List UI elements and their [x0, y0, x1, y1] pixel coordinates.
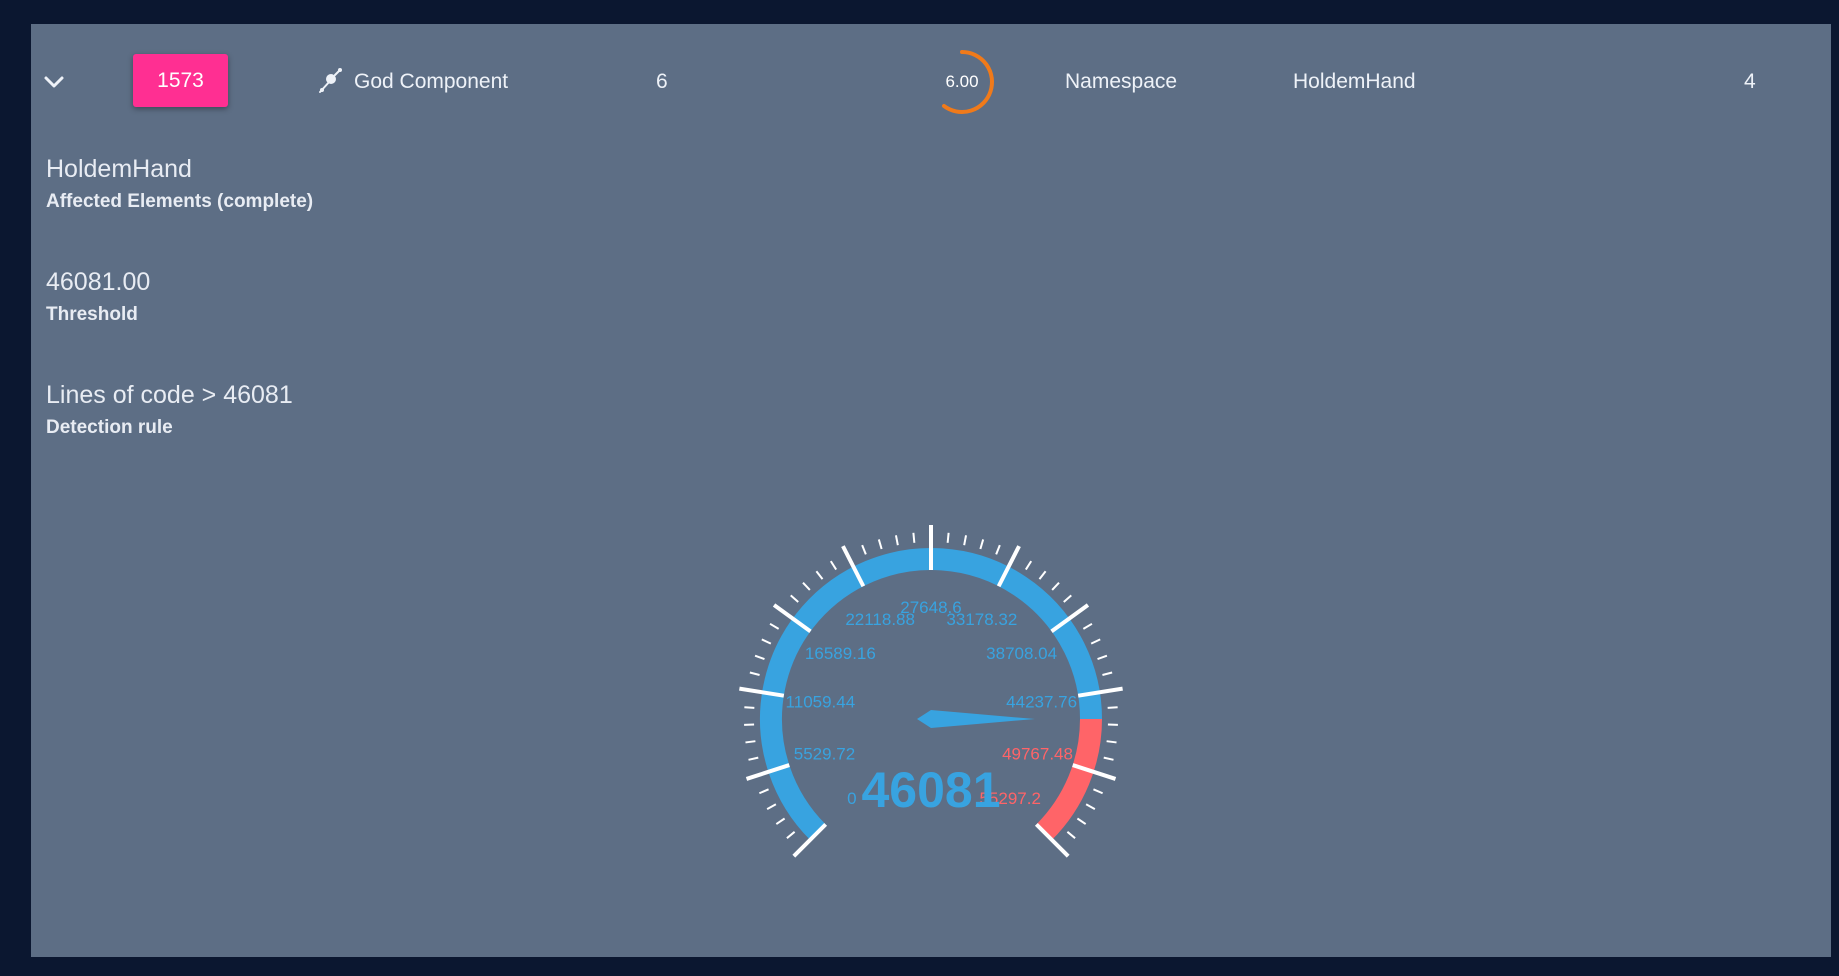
gauge-needle — [917, 710, 1035, 728]
affected-element-name[interactable]: HoldemHand — [46, 154, 313, 184]
gauge-minor-tick — [877, 539, 883, 550]
occurrence-count: 6 — [656, 70, 668, 93]
gauge-major-tick — [792, 822, 828, 858]
threshold-value: 46081.00 — [46, 268, 151, 296]
gauge-tick-label: 16589.16 — [805, 644, 876, 663]
gauge-minor-tick — [912, 532, 916, 543]
gauge-minor-tick — [861, 544, 867, 555]
gauge-minor-tick — [1103, 756, 1114, 761]
gauge-minor-tick — [754, 654, 765, 660]
gauge-major-tick — [1072, 763, 1117, 781]
detection-rule-value: Lines of code > 46081 — [46, 381, 293, 409]
gauge-tick-label: 22118.88 — [845, 610, 915, 629]
gauge-tick-label: 0 — [847, 789, 856, 808]
gauge-minor-tick — [1076, 817, 1087, 825]
gauge-tick-label: 27648.6 — [900, 598, 961, 617]
gauge-minor-tick — [1102, 671, 1113, 676]
gauge-major-tick — [772, 603, 812, 634]
issue-row[interactable]: 1573 God Component 6 6.00 Namespace Hold… — [31, 24, 1831, 140]
gauge-major-tick — [1034, 822, 1070, 858]
gauge-tick-label: 5529.72 — [794, 745, 855, 764]
gauge-minor-tick — [786, 831, 796, 839]
gauge-minor-tick — [963, 535, 968, 546]
gauge-major-tick — [841, 545, 866, 588]
gauge-minor-tick — [1085, 803, 1096, 810]
rule-group: Lines of code > 46081 Detection rule — [46, 380, 313, 493]
last-column-value: 4 — [1744, 70, 1756, 93]
gauge-minor-tick — [758, 788, 769, 795]
severity-value: 6.00 — [945, 72, 979, 91]
gauge-minor-tick — [775, 817, 786, 825]
gauge-danger-band — [1036, 718, 1102, 840]
gauge-minor-tick — [1107, 706, 1118, 709]
gauge-minor-tick — [815, 570, 824, 580]
gauge-minor-tick — [1051, 581, 1060, 591]
gauge-tick-label: 38708.04 — [986, 644, 1057, 663]
gauge-minor-tick — [995, 544, 1001, 555]
gauge-tick-label: 33178.32 — [946, 610, 1017, 629]
satellite-icon — [319, 68, 342, 93]
gauge-minor-tick — [1106, 740, 1117, 744]
gauge-tick-label: 55297.2 — [979, 789, 1040, 808]
gauge-minor-tick — [802, 581, 811, 591]
gauge-minor-tick — [748, 756, 759, 761]
gauge-major-tick — [739, 686, 785, 698]
gauge-minor-tick — [1090, 638, 1101, 645]
gauge-minor-tick — [744, 706, 755, 709]
gauge-value: 46081 — [861, 762, 1000, 818]
gauge-minor-tick — [894, 535, 899, 546]
chevron-down-icon[interactable] — [41, 70, 67, 94]
gauge-minor-tick — [946, 532, 950, 543]
affected-label: Affected Elements (complete) — [46, 191, 314, 212]
gauge-major-tick — [996, 545, 1021, 588]
gauge-minor-tick — [1038, 570, 1047, 580]
gauge-minor-tick — [829, 560, 838, 571]
gauge-minor-tick — [766, 803, 777, 810]
gauge-minor-tick — [790, 594, 799, 603]
gauge-minor-tick — [1024, 560, 1033, 571]
severity-ring: 6.00 — [926, 46, 998, 118]
gauge-minor-tick — [761, 638, 772, 645]
issue-panel: 1573 God Component 6 6.00 Namespace Hold… — [31, 24, 1831, 957]
element-name[interactable]: HoldemHand — [1293, 70, 1416, 94]
gauge-tick-label: 49767.48 — [1002, 745, 1073, 764]
gauge-tick-label: 11059.44 — [786, 692, 856, 711]
issue-id-badge[interactable]: 1573 — [133, 54, 228, 107]
gauge-minor-tick — [1093, 788, 1104, 795]
detection-rule-label: Detection rule — [46, 417, 173, 438]
threshold-group: 46081.00 Threshold — [46, 267, 313, 380]
issue-details: HoldemHand Affected Elements (complete) … — [46, 154, 313, 493]
gauge-minor-tick — [1097, 654, 1108, 660]
element-kind: Namespace — [1065, 70, 1178, 93]
gauge-major-tick — [1050, 603, 1090, 634]
gauge-minor-tick — [1063, 594, 1072, 603]
affected-group: HoldemHand Affected Elements (complete) — [46, 154, 313, 267]
gauge-tick-label: 44237.76 — [1006, 692, 1077, 711]
gauge-minor-tick — [1066, 831, 1076, 839]
gauge-normal-band — [760, 548, 1102, 840]
gauge-minor-tick — [979, 539, 985, 550]
gauge-major-tick — [1077, 686, 1123, 698]
gauge-major-tick — [745, 763, 790, 781]
gauge-minor-tick — [769, 622, 780, 630]
gauge-minor-tick — [745, 740, 756, 744]
issue-type-label: God Component — [354, 70, 509, 93]
gauge-minor-tick — [1082, 622, 1093, 630]
gauge-minor-tick — [749, 671, 760, 676]
threshold-label: Threshold — [46, 304, 138, 325]
